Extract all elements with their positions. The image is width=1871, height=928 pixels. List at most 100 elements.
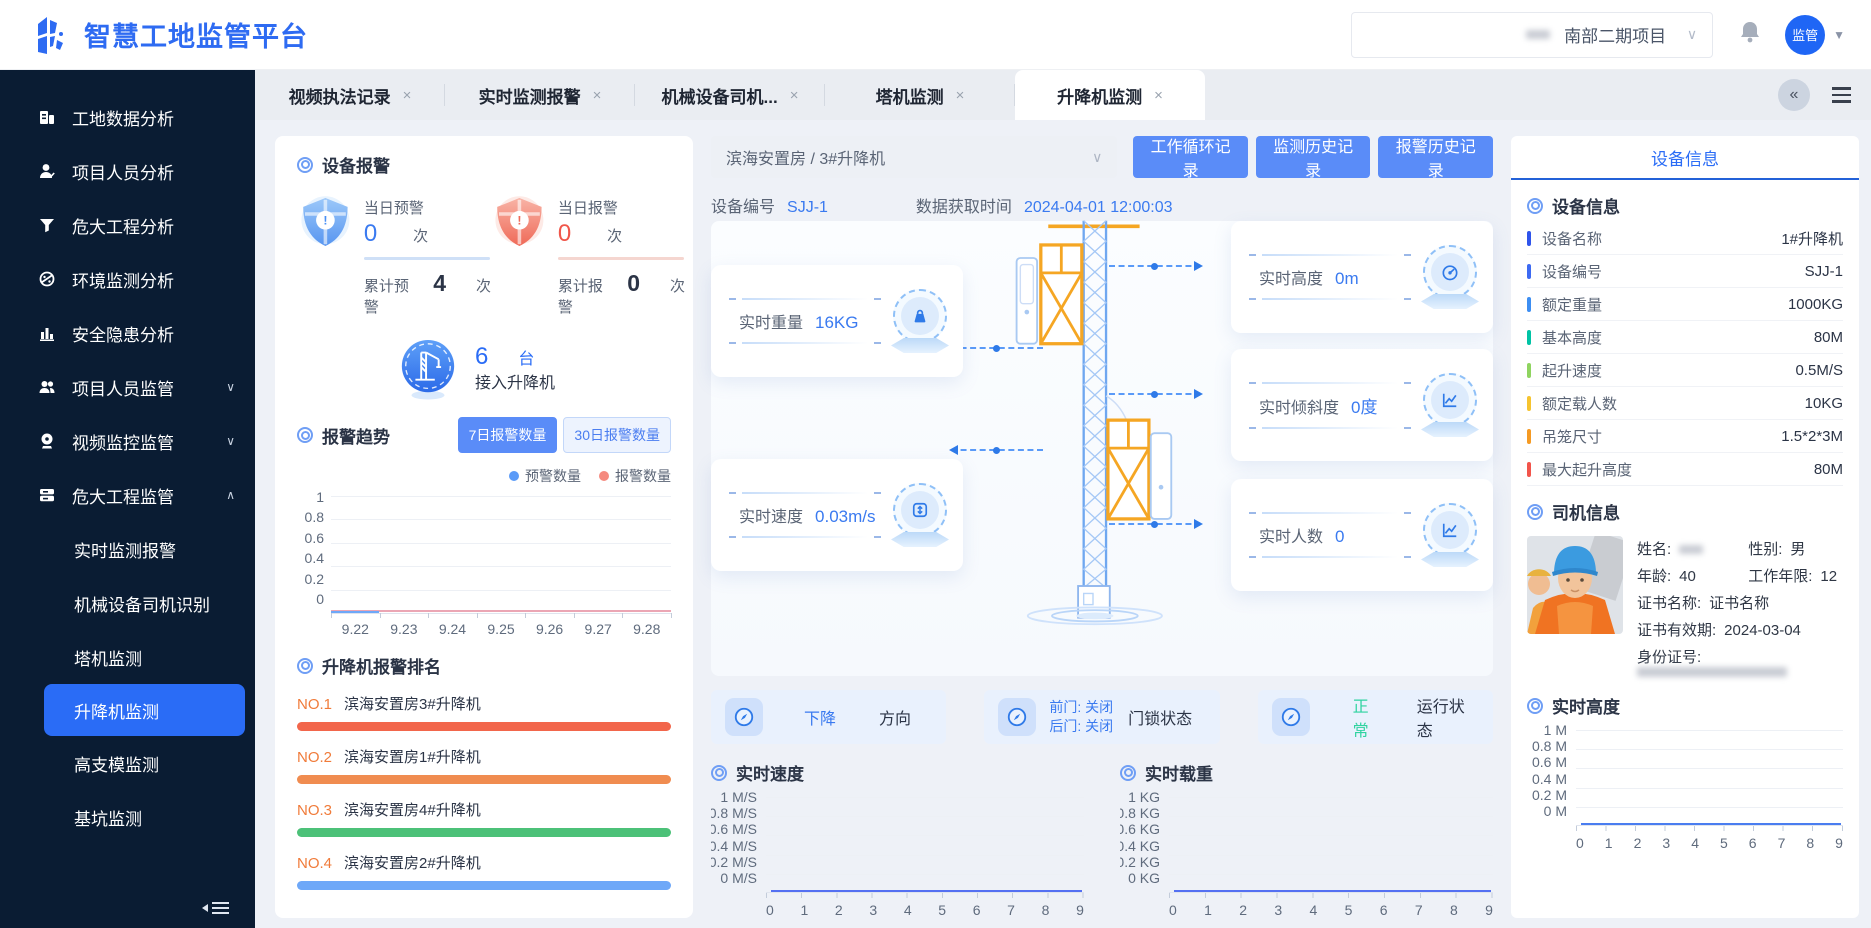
tab-tower-crane[interactable]: 塔机监测 × xyxy=(825,70,1015,120)
alarm-trend-chart: 10.8 0.60.4 0.20 xyxy=(297,496,671,614)
driver-years-value: 12 xyxy=(1820,563,1837,590)
rank-number: NO.4 xyxy=(297,855,332,872)
hoist-tower-illustration xyxy=(1003,217,1183,627)
device-select[interactable]: 滨海安置房 / 3#升降机 ∨ xyxy=(711,136,1117,178)
trend-30day-button[interactable]: 30日报警数量 xyxy=(563,417,671,453)
sidebar-item-personnel-analysis[interactable]: 项目人员分析 xyxy=(0,144,255,198)
panel-title: 设备信息 xyxy=(1552,193,1620,218)
close-icon[interactable]: × xyxy=(403,87,412,104)
close-icon[interactable]: × xyxy=(790,87,799,104)
tab-realtime-alarm[interactable]: 实时监测报警 × xyxy=(445,70,635,120)
avatar[interactable]: 监管 xyxy=(1785,15,1825,55)
arrow-right-icon xyxy=(1109,523,1201,525)
sidebar-item-video-supervision[interactable]: 视频监控监管 ∨ xyxy=(0,414,255,468)
metric-label: 实时人数 xyxy=(1259,523,1323,547)
rank-list-item: NO.3滨海安置房4#升降机 xyxy=(297,799,671,837)
device-select-value: 滨海安置房 / 3#升降机 xyxy=(726,145,885,169)
door-lock-status-card: 前门: 关闭 后门: 关闭 门锁状态 xyxy=(984,690,1219,744)
server-icon xyxy=(38,486,56,504)
sidebar-item-label: 项目人员分析 xyxy=(72,159,174,184)
realtime-height-card: 实时高度0m xyxy=(1231,221,1493,333)
sidebar-item-label: 项目人员监管 xyxy=(72,375,174,400)
project-select[interactable]: 南部二期项目 ∨ xyxy=(1351,12,1713,58)
sidebar-item-major-project-supervision[interactable]: 危大工程监管 ∧ xyxy=(0,468,255,522)
bell-icon xyxy=(1739,20,1761,44)
people-icon xyxy=(38,378,56,396)
sidebar-subitem-high-formwork[interactable]: 高支模监测 xyxy=(0,736,255,790)
fetch-time-value: 2024-04-01 12:00:03 xyxy=(1024,199,1173,217)
sidebar-subitem-foundation-pit[interactable]: 基坑监测 xyxy=(0,790,255,844)
metric-label: 实时倾斜度 xyxy=(1259,394,1339,418)
tab-menu-icon[interactable] xyxy=(1832,87,1851,103)
rank-number: NO.2 xyxy=(297,749,332,766)
red-shield-icon: ! xyxy=(491,193,548,251)
building-icon xyxy=(38,108,56,126)
sidebar-item-safety-hazard-analysis[interactable]: 安全隐患分析 xyxy=(0,306,255,360)
sidebar-subitem-elevator-active[interactable]: 升降机监测 xyxy=(44,684,245,736)
chart-title: 实时高度 xyxy=(1552,693,1620,718)
tab-elevator-active[interactable]: 升降机监测 × xyxy=(1015,70,1205,120)
trend-x-axis: 9.229.23 9.249.25 9.269.27 9.28 xyxy=(331,621,671,637)
load-series-line xyxy=(1174,890,1491,893)
realtime-weight-card: 实时重量16KG xyxy=(711,265,963,377)
tabs-scroll-left-button[interactable]: « xyxy=(1778,79,1810,111)
chevron-down-icon: ∨ xyxy=(1092,149,1102,166)
divider xyxy=(558,257,684,260)
rank-bar xyxy=(297,881,671,890)
height-series-line xyxy=(1581,823,1841,826)
height-x-axis: 01 23 45 67 89 xyxy=(1576,835,1843,851)
avatar-caret-icon[interactable]: ▼ xyxy=(1833,28,1845,42)
app-logo: 智慧工地监管平台 xyxy=(30,14,308,56)
work-cycle-record-button[interactable]: 工作循环记录 xyxy=(1133,136,1248,178)
target-icon xyxy=(1527,698,1543,714)
trend-7day-button[interactable]: 7日报警数量 xyxy=(458,417,558,453)
sidebar-subitem-tower-crane[interactable]: 塔机监测 xyxy=(0,630,255,684)
sidebar-item-label: 危大工程分析 xyxy=(72,213,174,238)
close-icon[interactable]: × xyxy=(593,87,602,104)
logo-icon xyxy=(30,14,72,56)
sidebar-collapse-button[interactable] xyxy=(202,902,229,914)
sidebar-item-site-data[interactable]: 工地数据分析 xyxy=(0,90,255,144)
warning-series-line xyxy=(331,611,379,613)
metric-value: 0度 xyxy=(1351,393,1377,418)
sidebar-item-major-project-analysis[interactable]: 危大工程分析 xyxy=(0,198,255,252)
sidebar-item-label: 视频监控监管 xyxy=(72,429,174,454)
table-row: 起升速度0.5M/S xyxy=(1527,354,1843,387)
alarm-history-button[interactable]: 报警历史记录 xyxy=(1378,136,1493,178)
monitor-history-button[interactable]: 监测历史记录 xyxy=(1256,136,1371,178)
monitor-main: 滨海安置房 / 3#升降机 ∨ 工作循环记录 监测历史记录 报警历史记录 设备编… xyxy=(707,136,1497,918)
chevron-down-icon: ∨ xyxy=(1687,26,1697,43)
blue-shield-icon: ! xyxy=(297,193,354,251)
close-icon[interactable]: × xyxy=(956,87,965,104)
tab-video-enforcement[interactable]: 视频执法记录 × xyxy=(255,70,445,120)
realtime-load-chart: 实时载重 1 KG 0.8 KG 0.6 KG 0.4 KG 0.2 KG 0 … xyxy=(1120,760,1493,918)
door-lock-label: 门锁状态 xyxy=(1128,705,1192,729)
sidebar-item-label: 安全隐患分析 xyxy=(72,321,174,346)
metric-label: 实时重量 xyxy=(739,309,803,333)
tab-driver-recognition[interactable]: 机械设备司机... × xyxy=(635,70,825,120)
realtime-tilt-card: 实时倾斜度 0度 xyxy=(1231,349,1493,461)
connected-unit: 台 xyxy=(518,345,534,369)
notification-bell-button[interactable] xyxy=(1739,20,1761,49)
sidebar-item-environment-analysis[interactable]: 环境监测分析 xyxy=(0,252,255,306)
sidebar-subitem-realtime-alarm[interactable]: 实时监测报警 xyxy=(0,522,255,576)
driver-cert-value: 证书名称 xyxy=(1709,590,1769,617)
connected-elevators-stat: 6 台 接入升降机 xyxy=(297,337,671,401)
close-icon[interactable]: × xyxy=(1154,87,1163,104)
sidebar-item-personnel-supervision[interactable]: 项目人员监管 ∨ xyxy=(0,360,255,414)
sidebar-subitem-driver-recognition[interactable]: 机械设备司机识别 xyxy=(0,576,255,630)
chevron-down-icon: ∨ xyxy=(226,434,235,448)
unit-label: 次 xyxy=(607,225,622,246)
target-icon xyxy=(297,157,313,173)
panel-title: 司机信息 xyxy=(1552,499,1620,524)
bar-chart-icon xyxy=(38,324,56,342)
driver-age-value: 40 xyxy=(1679,563,1696,590)
speed-series-line xyxy=(771,890,1082,893)
fetch-time-label: 数据获取时间 xyxy=(916,193,1012,217)
row-color-bar xyxy=(1527,363,1531,378)
unit-label: 次 xyxy=(476,275,491,296)
row-color-bar xyxy=(1527,231,1531,246)
connected-count: 6 xyxy=(475,343,488,371)
warning-legend-dot xyxy=(509,471,519,481)
arrow-left-icon xyxy=(951,347,1043,349)
